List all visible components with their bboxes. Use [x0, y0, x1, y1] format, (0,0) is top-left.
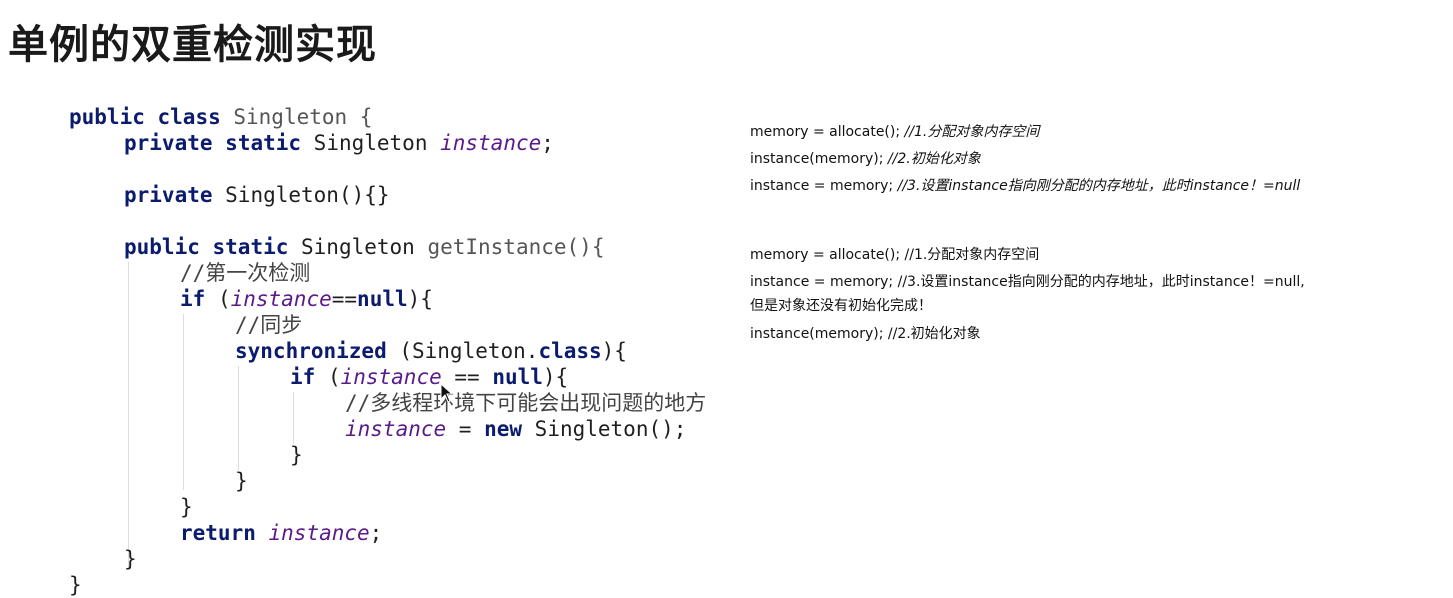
- indent-guide: [238, 366, 239, 470]
- indent-guide: [293, 392, 294, 444]
- note-line: instance = memory; //3.设置instance指向刚分配的内…: [750, 274, 1305, 290]
- code-line-6: if (instance==null){: [180, 287, 433, 311]
- code-block: public class Singleton { private static …: [0, 0, 760, 598]
- note-line: instance = memory; //3.设置instance指向刚分配的内…: [750, 178, 1301, 194]
- keyword: public: [69, 105, 145, 129]
- code-line-2: private static Singleton instance;: [124, 131, 554, 155]
- code-brace: }: [180, 495, 193, 519]
- code-line-15: return instance;: [180, 521, 383, 545]
- code-line-8: synchronized (Singleton.class){: [235, 339, 627, 363]
- code-line-11: instance = new Singleton();: [345, 417, 687, 441]
- code-comment: //第一次检测: [180, 261, 311, 285]
- code-brace: }: [69, 573, 82, 597]
- keyword: class: [157, 105, 221, 129]
- note-line: 但是对象还没有初始化完成！: [750, 298, 932, 314]
- code-brace: }: [290, 443, 303, 467]
- code-line-1: public class Singleton {: [69, 105, 373, 129]
- code-line-9: if (instance == null){: [290, 365, 569, 389]
- code-brace: }: [124, 547, 137, 571]
- indent-guide: [128, 262, 129, 568]
- code-line-3: private Singleton(){}: [124, 183, 390, 207]
- note-line: memory = allocate(); //1.分配对象内存空间: [750, 247, 1040, 263]
- note-line: memory = allocate(); //1.分配对象内存空间: [750, 124, 1040, 140]
- code-line-4: public static Singleton getInstance(){: [124, 235, 605, 259]
- code-comment: //同步: [235, 313, 303, 337]
- mouse-cursor-icon: [440, 383, 454, 403]
- code-brace: }: [235, 469, 248, 493]
- code-comment: //多线程环境下可能会出现问题的地方: [345, 391, 707, 415]
- note-line: instance(memory); //2.初始化对象: [750, 326, 981, 342]
- note-line: instance(memory); //2.初始化对象: [750, 151, 981, 167]
- indent-guide: [183, 314, 184, 490]
